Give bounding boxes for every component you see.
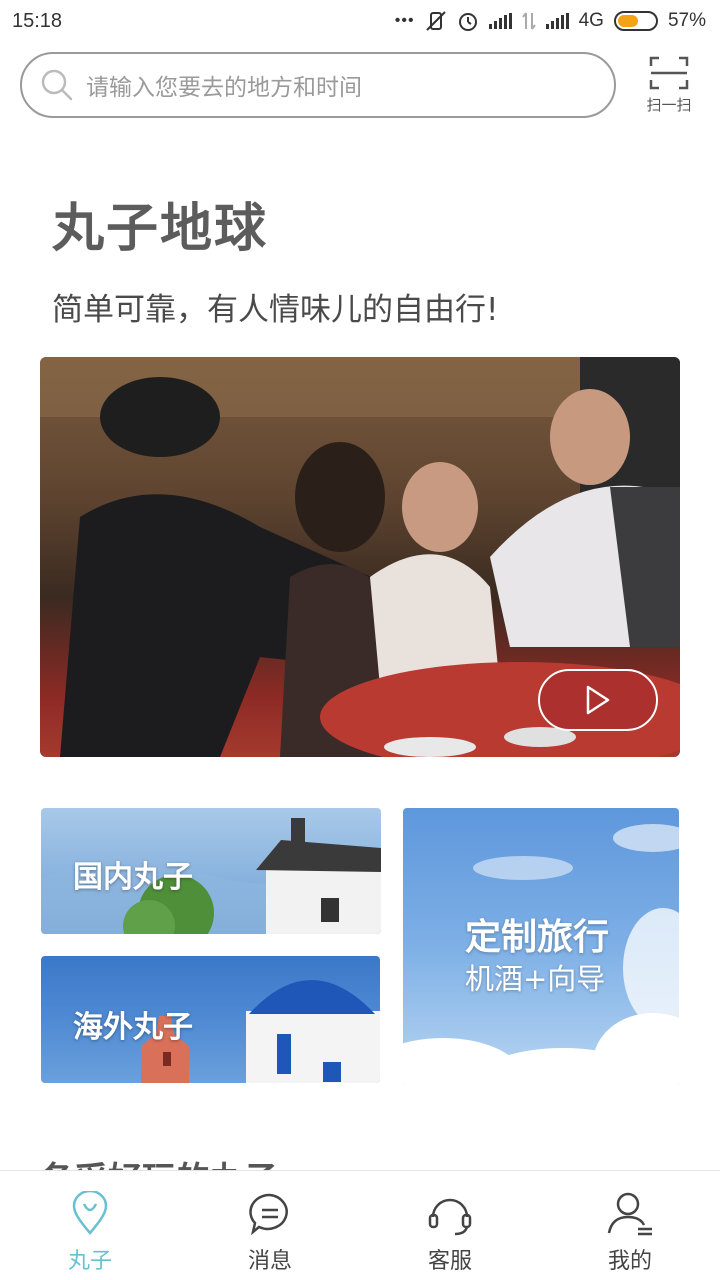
search-input[interactable]: 请输入您要去的地方和时间: [20, 52, 616, 118]
play-button[interactable]: [538, 669, 658, 731]
tab-label: 客服: [427, 1249, 472, 1274]
page-title: 丸子地球: [52, 199, 269, 259]
overseas-label: 海外丸子: [73, 1010, 193, 1045]
location-pin-icon: [72, 1191, 108, 1235]
tab-service[interactable]: 客服: [360, 1171, 540, 1280]
scan-icon: [649, 56, 689, 90]
search-row: 请输入您要去的地方和时间 扫一扫: [20, 52, 700, 118]
hero-video[interactable]: [40, 357, 680, 757]
overseas-card[interactable]: 海外丸子: [41, 956, 380, 1083]
vibrate-off-icon: [425, 11, 446, 31]
domestic-label: 国内丸子: [73, 860, 193, 895]
custom-travel-card[interactable]: 定制旅行 机酒+向导: [403, 808, 679, 1086]
custom-travel-subtitle: 机酒+向导: [465, 962, 606, 996]
signal-icon-2: [545, 13, 569, 29]
tab-messages[interactable]: 消息: [180, 1171, 360, 1280]
play-icon: [586, 685, 610, 715]
search-placeholder: 请输入您要去的地方和时间: [86, 75, 362, 101]
alarm-icon: [458, 13, 477, 31]
tab-label: 我的: [607, 1249, 652, 1274]
search-icon: [41, 69, 73, 101]
tab-profile[interactable]: 我的: [540, 1171, 720, 1280]
domestic-card[interactable]: 国内丸子: [41, 808, 381, 934]
status-bar: 15:18 ••• 4G 57%: [0, 0, 720, 42]
page-subtitle: 简单可靠，有人情味儿的自由行!: [52, 292, 499, 328]
scan-button[interactable]: 扫一扫: [638, 56, 700, 118]
custom-travel-title: 定制旅行: [465, 917, 610, 958]
battery-percent: 57%: [667, 10, 706, 31]
message-icon: [249, 1193, 288, 1236]
status-icons: ••• 4G 57%: [395, 10, 706, 32]
headset-icon: [428, 1198, 472, 1236]
scan-label: 扫一扫: [646, 96, 692, 114]
tab-label: 消息: [247, 1249, 292, 1274]
status-time: 15:18: [12, 9, 63, 32]
battery-icon: [613, 11, 658, 31]
tab-label: 丸子: [67, 1249, 112, 1274]
tab-wanzi[interactable]: 丸子: [0, 1171, 180, 1280]
more-dots-icon: •••: [394, 12, 415, 29]
bottom-tab-bar: 丸子 消息 客服 我的: [0, 1170, 720, 1280]
user-icon: [607, 1192, 652, 1236]
data-transfer-icon: [521, 12, 536, 30]
signal-icon: [488, 13, 512, 29]
network-type: 4G: [578, 10, 604, 31]
